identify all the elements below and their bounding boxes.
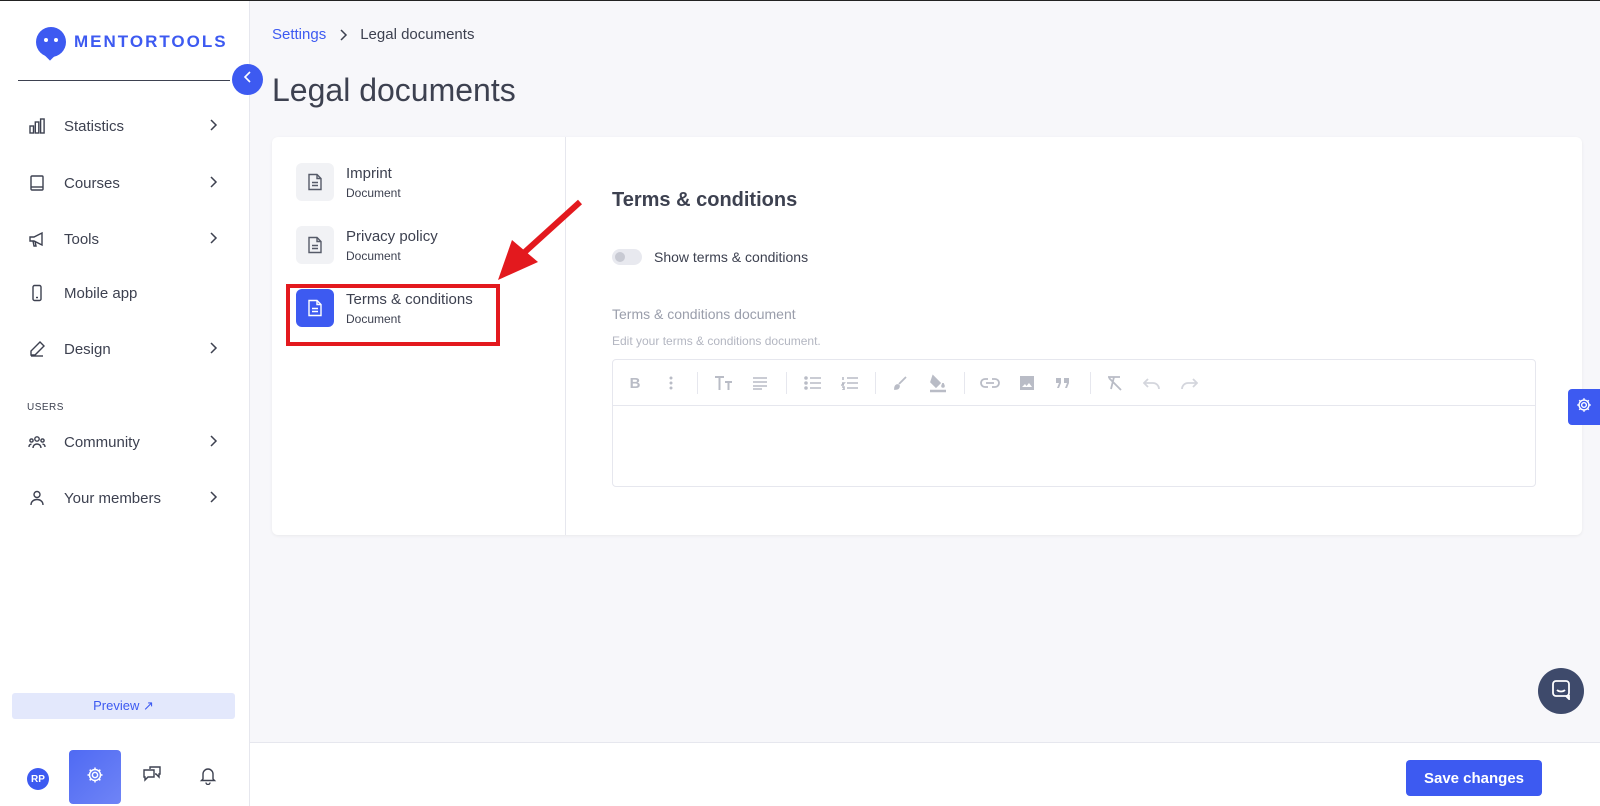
sidebar-item-label: Community [64, 433, 140, 451]
document-subtitle: Document [346, 185, 401, 200]
bullet-list-icon[interactable] [802, 372, 824, 394]
sidebar-item-label: Design [64, 340, 111, 358]
support-chat-button[interactable] [1538, 668, 1584, 714]
legal-documents-card: Imprint Document Privacy policy Document… [272, 137, 1582, 535]
bold-icon[interactable]: B [624, 372, 646, 394]
bell-icon [198, 765, 218, 790]
sidebar-item-label: Statistics [64, 117, 125, 135]
document-item-terms-conditions[interactable]: Terms & conditions Document [296, 283, 536, 333]
megaphone-icon [28, 230, 46, 248]
avatar[interactable]: RP [27, 768, 49, 790]
toolbar-separator [875, 372, 876, 394]
sidebar-item-label: Your members [64, 489, 161, 507]
document-list: Imprint Document Privacy policy Document… [272, 137, 566, 535]
document-icon [296, 226, 334, 264]
footer-bar: Save changes [250, 742, 1600, 806]
chevron-right-icon [208, 118, 218, 137]
toolbar-separator [1090, 372, 1091, 394]
pencil-icon [28, 340, 46, 358]
page-title: Legal documents [272, 72, 516, 108]
document-subtitle: Document [346, 248, 401, 263]
sidebar-item-your-members[interactable]: Your members [0, 478, 250, 518]
chat-icon [142, 765, 162, 790]
logo-text: MENTORTOOLS [74, 32, 228, 51]
image-icon[interactable] [1016, 372, 1038, 394]
editor-toolbar: B [613, 360, 1535, 406]
breadcrumb-settings-link[interactable]: Settings [272, 26, 326, 43]
section-title: Terms & conditions [612, 189, 798, 211]
chevron-right-icon [208, 341, 218, 360]
chat-icon [1550, 678, 1572, 705]
collapse-sidebar-button[interactable] [232, 64, 263, 95]
chevron-right-icon [208, 231, 218, 250]
sidebar-divider [18, 80, 230, 81]
user-icon [28, 489, 46, 507]
logo-icon [36, 27, 66, 57]
document-subtitle: Document [346, 311, 401, 326]
document-title: Imprint [346, 164, 392, 182]
users-section-label: USERS [27, 402, 64, 413]
toggle-label: Show terms & conditions [654, 249, 809, 265]
rich-text-editor: B [612, 359, 1536, 487]
text-size-icon[interactable] [713, 372, 735, 394]
sidebar-item-label: Courses [64, 174, 120, 192]
toggle-row: Show terms & conditions [612, 249, 808, 265]
sidebar-item-design[interactable]: Design [0, 329, 250, 369]
group-icon [28, 433, 46, 451]
sidebar-item-statistics[interactable]: Statistics [0, 106, 250, 146]
sidebar-item-courses[interactable]: Courses [0, 163, 250, 203]
save-changes-button[interactable]: Save changes [1406, 760, 1542, 796]
field-label: Terms & conditions document [612, 306, 796, 322]
sidebar-item-tools[interactable]: Tools [0, 219, 250, 259]
floating-settings-button[interactable] [1568, 389, 1600, 425]
toolbar-separator [697, 372, 698, 394]
gear-icon [85, 765, 105, 790]
chevron-right-icon [208, 434, 218, 453]
fill-color-icon[interactable] [927, 372, 949, 394]
sidebar-item-mobile-app[interactable]: Mobile app [0, 273, 250, 313]
chevron-right-icon [208, 175, 218, 194]
brush-icon[interactable] [889, 372, 911, 394]
breadcrumb-current: Legal documents [360, 26, 475, 43]
quote-icon[interactable] [1052, 372, 1074, 394]
toolbar-separator [786, 372, 787, 394]
chevron-left-icon [242, 70, 254, 89]
sidebar-bottom-bar: RP [0, 746, 250, 806]
breadcrumb: Settings Legal documents [272, 26, 474, 43]
bar-chart-icon [28, 117, 46, 135]
align-icon[interactable] [749, 372, 771, 394]
toolbar-separator [964, 372, 965, 394]
sidebar: MENTORTOOLS Statistics Courses Tools Mob… [0, 1, 250, 806]
sidebar-item-label: Mobile app [64, 284, 138, 302]
editor-content-area[interactable] [613, 406, 1535, 486]
chevron-right-icon [338, 28, 348, 42]
sidebar-item-label: Tools [64, 230, 100, 248]
logo[interactable]: MENTORTOOLS [36, 27, 228, 57]
more-vertical-icon[interactable] [660, 372, 682, 394]
book-icon [28, 174, 46, 192]
show-terms-toggle[interactable] [612, 249, 642, 265]
sidebar-item-community[interactable]: Community [0, 422, 250, 462]
mobile-icon [28, 284, 46, 302]
document-editor-panel: Terms & conditions Show terms & conditio… [566, 137, 1582, 535]
document-title: Terms & conditions [346, 290, 473, 308]
preview-button[interactable]: Preview ↗ [12, 693, 235, 719]
document-icon [296, 163, 334, 201]
document-icon [296, 289, 334, 327]
messages-button[interactable] [141, 765, 163, 790]
settings-button[interactable] [69, 750, 121, 804]
redo-icon[interactable] [1178, 372, 1200, 394]
document-title: Privacy policy [346, 227, 438, 245]
undo-icon[interactable] [1141, 372, 1163, 394]
notifications-button[interactable] [197, 766, 219, 788]
field-help-text: Edit your terms & conditions document. [612, 334, 821, 348]
gear-icon [1575, 396, 1593, 419]
document-item-privacy-policy[interactable]: Privacy policy Document [296, 220, 536, 270]
chevron-right-icon [208, 490, 218, 509]
link-icon[interactable] [979, 372, 1001, 394]
numbered-list-icon[interactable] [839, 372, 861, 394]
document-item-imprint[interactable]: Imprint Document [296, 157, 536, 207]
clear-format-icon[interactable] [1104, 372, 1126, 394]
